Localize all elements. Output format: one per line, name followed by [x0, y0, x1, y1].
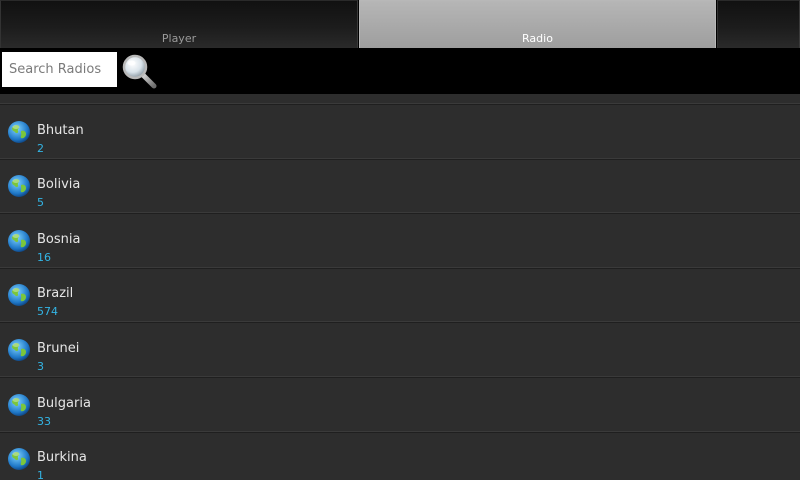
tab-radio-label: Radio [522, 32, 553, 45]
country-row[interactable]: Bolivia 5 [0, 160, 800, 215]
tab-bar: Player Radio [0, 0, 800, 50]
country-row[interactable]: Brunei 3 [0, 324, 800, 378]
globe-icon [8, 393, 30, 416]
country-name: Bulgaria [37, 395, 91, 411]
country-name: Brazil [37, 286, 74, 302]
globe-icon [8, 120, 30, 143]
country-name: Bolivia [37, 177, 81, 193]
station-count: 1 [37, 469, 44, 480]
station-count: 16 [37, 250, 51, 264]
country-list: 1 Bhutan 2 Bolivia 5 Bosnia 16 Brazil 574 Brunei 3… [0, 94, 800, 480]
search-input[interactable] [2, 52, 117, 87]
country-name: Brunei [37, 341, 80, 356]
tab-player[interactable]: Player [0, 0, 358, 48]
country-row[interactable]: Bosnia 16 [0, 215, 800, 269]
country-name: Burkina [37, 450, 87, 466]
station-count: 5 [37, 196, 44, 210]
country-row[interactable]: Bulgaria 33 [0, 379, 800, 433]
tab-more[interactable] [717, 0, 800, 48]
country-name: Bosnia [37, 231, 81, 247]
station-count: 574 [37, 305, 58, 319]
country-row[interactable]: Brazil 574 [0, 269, 800, 324]
search-bar [0, 50, 800, 94]
globe-icon [8, 284, 30, 307]
globe-icon [8, 448, 30, 471]
country-name: Bhutan [37, 122, 84, 138]
magnifier-icon[interactable] [120, 52, 158, 90]
country-row[interactable]: Bhutan 2 [0, 106, 800, 160]
tab-radio[interactable]: Radio [359, 0, 716, 48]
globe-icon [8, 175, 30, 198]
station-count: 3 [37, 360, 44, 373]
globe-icon [8, 229, 30, 252]
tab-player-label: Player [161, 32, 197, 45]
country-row[interactable]: Burkina 1 [0, 433, 800, 480]
globe-icon [8, 339, 30, 361]
country-row[interactable]: 1 [0, 94, 800, 105]
station-count: 33 [37, 414, 51, 428]
station-count: 2 [37, 141, 44, 155]
